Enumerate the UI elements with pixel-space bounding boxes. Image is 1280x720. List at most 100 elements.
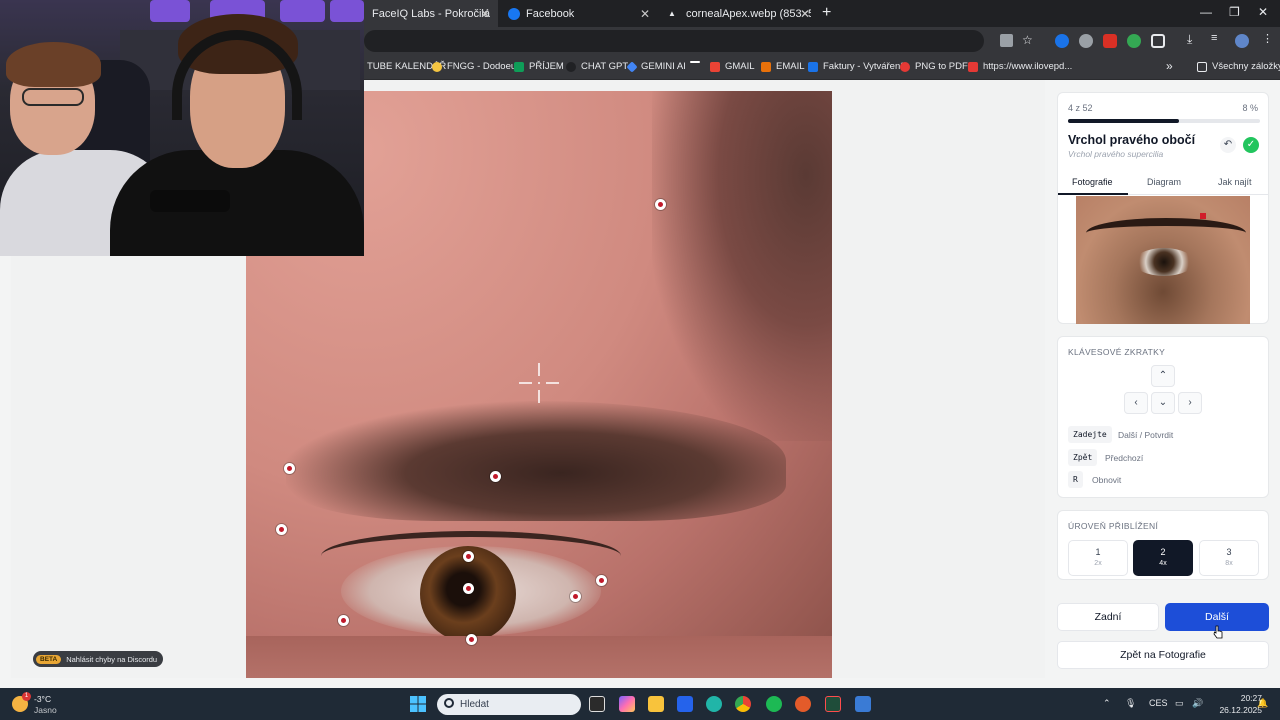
extension-green-icon[interactable] [1127, 34, 1141, 48]
network-icon[interactable]: ▭ [1175, 698, 1184, 709]
chrome-icon[interactable] [735, 696, 751, 712]
landmark-point[interactable] [284, 463, 295, 474]
landmark-point[interactable] [655, 199, 666, 210]
spotify-icon[interactable] [766, 696, 782, 712]
bookmark-label: FNGG - Dodoeu [447, 61, 517, 72]
tab-facebook[interactable]: Facebook ✕ [500, 0, 658, 27]
bookmark-item[interactable]: FNGG - Dodoeu [432, 61, 516, 72]
bookmark-item[interactable]: EMAIL [761, 61, 805, 72]
all-bookmarks-button[interactable]: Všechny záložky [1197, 61, 1280, 72]
microphone-icon[interactable]: 🎙 [1125, 698, 1136, 709]
confirm-check-icon[interactable]: ✓ [1243, 137, 1259, 153]
landmark-point[interactable] [463, 551, 474, 562]
reference-brow [1086, 218, 1246, 248]
edge-icon[interactable] [706, 696, 722, 712]
address-bar[interactable]: ☆ [364, 30, 1033, 52]
clock-date[interactable]: 26.12.2025 [1205, 705, 1262, 715]
landmark-point[interactable] [570, 591, 581, 602]
landmark-point[interactable] [463, 583, 474, 594]
back-key: Zpět [1068, 449, 1098, 466]
landmark-point[interactable] [466, 634, 477, 645]
notepad-icon[interactable] [855, 696, 871, 712]
bookmark-item[interactable]: https://www.ilovepd... [968, 61, 1072, 72]
lower-skin [246, 636, 832, 678]
bookmark-label: PŘÍJEM [529, 61, 564, 72]
bookmark-icon [432, 61, 442, 72]
tab-title: cornealApex.webp (853×533) [686, 7, 811, 20]
volume-icon[interactable]: 🔊 [1192, 698, 1203, 709]
tab-close-icon[interactable]: ✕ [480, 7, 490, 21]
zoom-multiplier: 4x [1159, 560, 1167, 567]
pdf-icon [900, 61, 910, 72]
back-button[interactable]: Zadní [1057, 603, 1159, 631]
landmark-panel: 4 z 52 8 % Vrchol pravého obočí Vrchol p… [1057, 92, 1269, 324]
new-tab-button[interactable]: + [822, 4, 831, 22]
bookmark-item[interactable] [690, 61, 705, 63]
hand-cursor-icon [1213, 625, 1223, 639]
arrow-down-key[interactable]: ⌄ [1151, 392, 1175, 414]
file-explorer-icon[interactable] [648, 696, 664, 712]
tab-close-icon[interactable]: ✕ [800, 7, 810, 21]
bookmark-item[interactable]: GEMINI AI [626, 60, 686, 73]
minimize-button[interactable]: — [1200, 5, 1212, 19]
screen: FaceIQ Labs - Pokročilá analýza ✕ Facebo… [0, 0, 1280, 720]
extension-blue-icon[interactable] [1055, 34, 1069, 48]
bookmark-star-icon[interactable]: ☆ [1022, 33, 1033, 47]
zoom-panel: ÚROVEŇ PŘIBLÍŽENÍ 1 2x 2 4x 3 8x [1057, 510, 1269, 580]
extension-gray-icon[interactable] [1079, 34, 1093, 48]
tray-overflow-icon[interactable]: ⌃ [1103, 698, 1111, 709]
notifications-icon[interactable]: 🔔 [1257, 698, 1268, 709]
download-icon[interactable]: ⤓ [1187, 32, 1201, 46]
zoom-level-2[interactable]: 2 4x [1133, 540, 1193, 576]
bookmarks-overflow-button[interactable]: » [1166, 59, 1173, 73]
landmark-title: Vrchol pravého obočí [1068, 133, 1196, 147]
browser-menu-icon[interactable]: ⋮ [1262, 32, 1276, 46]
bookmark-item[interactable]: CHAT GPT [566, 61, 628, 72]
zoom-level-3[interactable]: 3 8x [1199, 540, 1259, 576]
bookmark-item[interactable]: Faktury - Vytváření [808, 61, 903, 72]
taskbar-search[interactable]: Hledat [437, 694, 581, 715]
bookmark-item[interactable]: GMAIL [710, 61, 755, 72]
tab-close-icon[interactable]: ✕ [640, 7, 650, 21]
arrow-right-key[interactable]: › [1178, 392, 1202, 414]
clock-time[interactable]: 20:27 [1222, 693, 1262, 703]
report-bug-badge[interactable]: BETA Nahlásit chyby na Discordu [33, 651, 164, 667]
arrow-left-key[interactable]: ‹ [1124, 392, 1148, 414]
tab-diagram[interactable]: Diagram [1147, 177, 1181, 187]
tab-photo[interactable]: Fotografie [1072, 177, 1113, 187]
extensions-puzzle-icon[interactable] [1151, 34, 1165, 48]
windows-start-icon[interactable] [410, 696, 426, 712]
task-view-icon[interactable] [589, 696, 605, 712]
tab-title: Facebook [526, 7, 575, 20]
maximize-button[interactable]: ❐ [1229, 5, 1240, 19]
undo-icon[interactable]: ↶ [1220, 137, 1236, 153]
landmark-point[interactable] [596, 575, 607, 586]
enter-key-desc: Další / Potvrdit [1118, 430, 1174, 440]
tab-how-to-find[interactable]: Jak najít [1218, 177, 1252, 187]
app-orange-icon[interactable] [795, 696, 811, 712]
bookmark-item[interactable]: PNG to PDF [900, 61, 968, 72]
landmark-point[interactable] [338, 615, 349, 626]
windows-taskbar: 1 -3°C Jasno Hledat ⌃ 🎙 CES ▭ 🔊 20:27 26… [0, 688, 1280, 720]
tab-image[interactable]: ▲ cornealApex.webp (853×533) ✕ [660, 0, 818, 27]
invoice-icon [808, 61, 818, 72]
bookmark-item[interactable]: PŘÍJEM [514, 61, 564, 72]
media-list-icon[interactable]: ≡ [1211, 32, 1225, 46]
profile-avatar-icon[interactable] [1235, 34, 1249, 48]
back-to-photos-button[interactable]: Zpět na Fotografie [1057, 641, 1269, 669]
language-indicator[interactable]: CES [1149, 698, 1168, 708]
reference-eye [1134, 248, 1194, 276]
landmark-point[interactable] [490, 471, 501, 482]
copilot-icon[interactable] [619, 696, 635, 712]
extension-red-icon[interactable] [1103, 34, 1117, 48]
arrow-up-key[interactable]: ⌃ [1151, 365, 1175, 387]
tab-faceiq[interactable]: FaceIQ Labs - Pokročilá analýza ✕ [364, 0, 498, 27]
translate-icon[interactable] [1000, 34, 1013, 47]
microphone [150, 190, 230, 212]
landmark-point[interactable] [276, 524, 287, 535]
app-terminal-icon[interactable] [825, 696, 841, 712]
outlook-icon[interactable] [677, 696, 693, 712]
reference-photo [1076, 196, 1250, 324]
close-window-button[interactable]: ✕ [1258, 5, 1268, 19]
zoom-level-1[interactable]: 1 2x [1068, 540, 1128, 576]
